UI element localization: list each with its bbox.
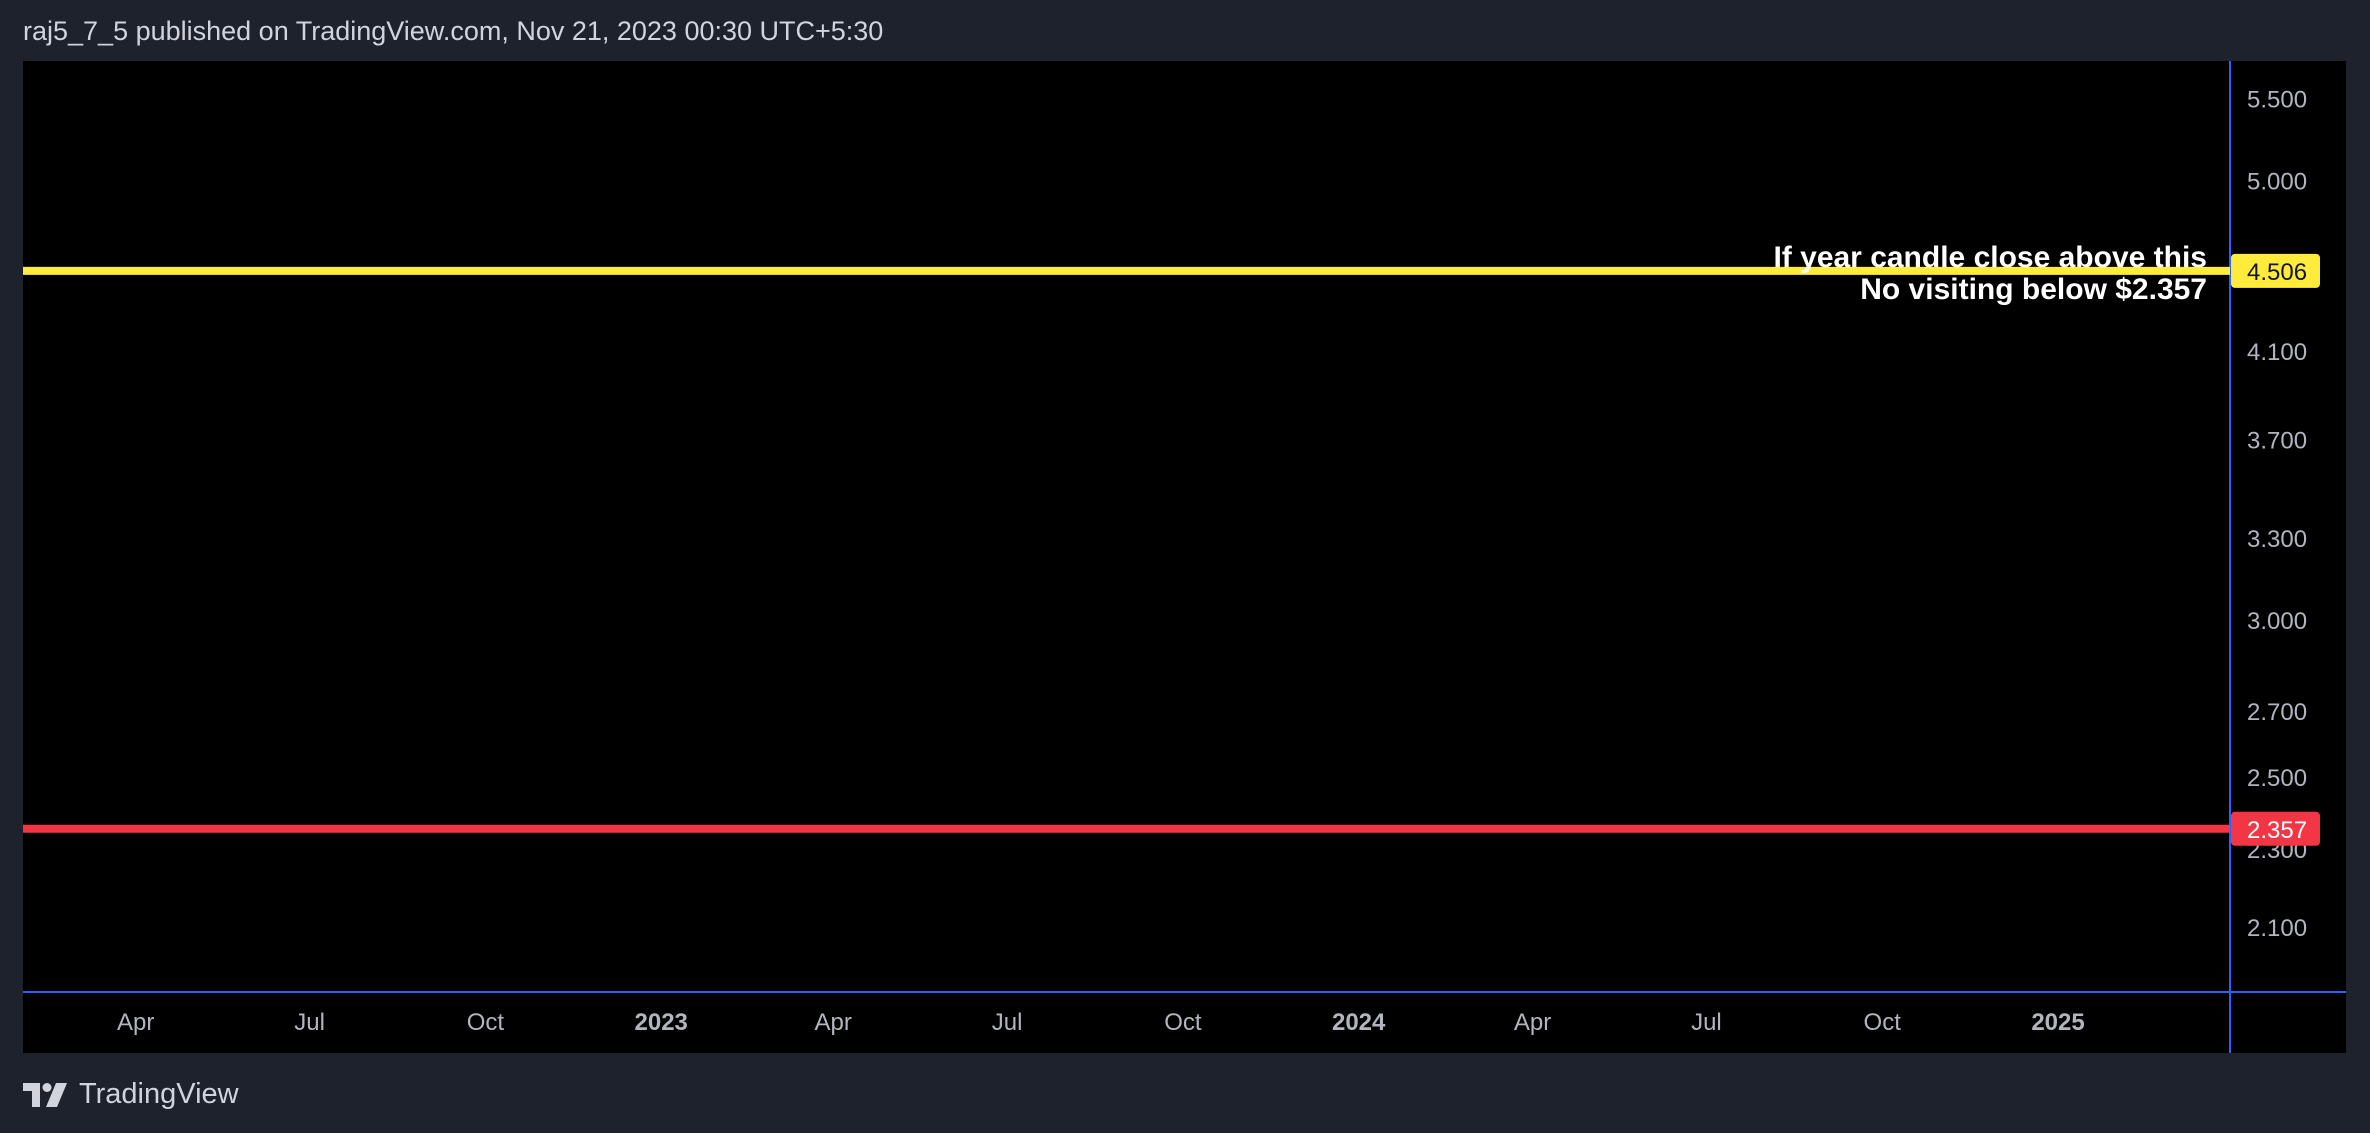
x-tick-label: Apr [1514, 1009, 1551, 1036]
footer: TradingView [23, 1078, 239, 1111]
x-tick-label: Jul [1691, 1009, 1722, 1036]
y-tick-label: 2.500 [2247, 765, 2307, 792]
annotation-line-2: No visiting below $2.357 [1860, 273, 2207, 306]
y-tick-label: 2.700 [2247, 699, 2307, 726]
y-tick-label: 5.000 [2247, 168, 2307, 195]
tradingview-logo-icon[interactable] [23, 1082, 67, 1107]
x-tick-label: Jul [294, 1009, 325, 1036]
y-tick-label: 3.000 [2247, 608, 2307, 635]
x-tick-year-label: 2025 [2031, 1009, 2084, 1036]
footer-brand[interactable]: TradingView [79, 1078, 239, 1111]
y-tick-label: 3.300 [2247, 526, 2307, 553]
y-tick-label: 5.500 [2247, 86, 2307, 113]
x-tick-label: Jul [992, 1009, 1023, 1036]
y-tick-label: 3.700 [2247, 428, 2307, 455]
support-price-label: 2.357 [2247, 817, 2307, 844]
x-tick-label: Oct [1864, 1009, 1902, 1036]
resistance-price-label: 4.506 [2247, 259, 2307, 286]
x-tick-label: Oct [467, 1009, 505, 1036]
x-tick-label: Apr [815, 1009, 852, 1036]
annotation-line-1: If year candle close above this [1773, 241, 2207, 274]
y-tick-label: 2.100 [2247, 915, 2307, 942]
x-tick-year-label: 2024 [1332, 1009, 1386, 1036]
chart-svg[interactable]: 5.500 5.000 4.100 3.700 3.300 3.000 2.700 2.500… [23, 61, 2346, 1053]
x-tick-year-label: 2023 [635, 1009, 688, 1036]
y-tick-label: 4.100 [2247, 339, 2307, 366]
chart-area[interactable]: 5.500 5.000 4.100 3.700 3.300 3.000 2.700 2.500… [23, 61, 2346, 1053]
x-tick-label: Apr [117, 1009, 154, 1036]
x-tick-label: Oct [1164, 1009, 1202, 1036]
publish-info: raj5_7_5 published on TradingView.com, N… [23, 16, 884, 46]
